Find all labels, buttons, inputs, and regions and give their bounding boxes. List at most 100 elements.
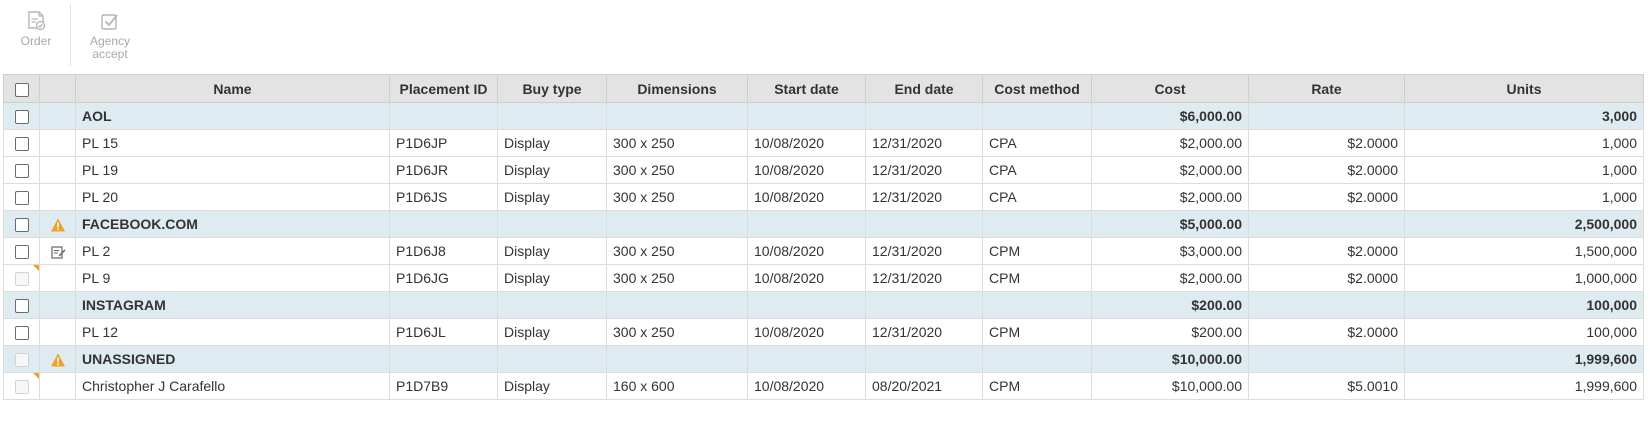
row-status-cell — [39, 129, 76, 157]
placement-id: P1D6JS — [389, 183, 498, 211]
row-checkbox[interactable] — [14, 137, 29, 152]
placement-name[interactable]: PL 19 — [75, 156, 390, 184]
group-status-cell — [39, 345, 76, 373]
group-cost: $6,000.00 — [1091, 102, 1249, 130]
group-name: UNASSIGNED — [75, 345, 390, 373]
group-cost: $10,000.00 — [1091, 345, 1249, 373]
order-button[interactable]: Order — [4, 2, 68, 66]
cost: $2,000.00 — [1091, 264, 1249, 292]
select-all-checkbox[interactable] — [14, 82, 29, 97]
placement-id: P1D6J8 — [389, 237, 498, 265]
placements-grid: Name Placement ID Buy type Dimensions St… — [3, 74, 1644, 400]
warning-icon — [50, 353, 65, 367]
placement-row[interactable]: PL 19 P1D6JR Display 300 x 250 10/08/2020 12/… — [3, 156, 1644, 184]
group-select-cell — [3, 102, 40, 130]
group-name: INSTAGRAM — [75, 291, 390, 319]
placement-id: P1D6JL — [389, 318, 498, 346]
placement-name[interactable]: PL 9 — [75, 264, 390, 292]
group-row[interactable]: FACEBOOK.COM $5,000.00 2,500,000 — [3, 210, 1644, 238]
end-date: 12/31/2020 — [865, 156, 983, 184]
group-row[interactable]: INSTAGRAM $200.00 100,000 — [3, 291, 1644, 319]
placement-name[interactable]: PL 20 — [75, 183, 390, 211]
placements-table: Name Placement ID Buy type Dimensions St… — [3, 74, 1644, 400]
placement-row[interactable]: PL 20 P1D6JS Display 300 x 250 10/08/2020 12/… — [3, 183, 1644, 211]
placement-id: P1D6JP — [389, 129, 498, 157]
group-status-cell — [39, 291, 76, 319]
group-name: AOL — [75, 102, 390, 130]
placement-row[interactable]: PL 12 P1D6JL Display 300 x 250 10/08/2020 12/… — [3, 318, 1644, 346]
agency-accept-button[interactable]: Agency accept — [73, 2, 147, 66]
group-placement-id — [389, 345, 498, 373]
group-start-date — [747, 210, 866, 238]
dimensions: 300 x 250 — [606, 318, 748, 346]
group-rate — [1248, 291, 1405, 319]
group-buy-type — [497, 345, 607, 373]
placement-name[interactable]: PL 15 — [75, 129, 390, 157]
header-name[interactable]: Name — [75, 74, 390, 103]
row-select-cell — [3, 372, 40, 400]
cost-method: CPM — [982, 372, 1092, 400]
group-select-cell — [3, 291, 40, 319]
units: 1,000 — [1404, 183, 1644, 211]
units: 1,999,600 — [1404, 372, 1644, 400]
placement-name[interactable]: PL 2 — [75, 237, 390, 265]
start-date: 10/08/2020 — [747, 372, 866, 400]
buy-type: Display — [497, 264, 607, 292]
placement-row[interactable]: PL 2 P1D6J8 Display 300 x 250 10/08/2020 12/3… — [3, 237, 1644, 265]
end-date: 12/31/2020 — [865, 183, 983, 211]
group-units: 1,999,600 — [1404, 345, 1644, 373]
placement-row[interactable]: PL 15 P1D6JP Display 300 x 250 10/08/2020 12/… — [3, 129, 1644, 157]
header-units[interactable]: Units — [1404, 74, 1644, 103]
cost-method: CPA — [982, 183, 1092, 211]
buy-type: Display — [497, 129, 607, 157]
start-date: 10/08/2020 — [747, 129, 866, 157]
end-date: 12/31/2020 — [865, 237, 983, 265]
header-placement-id[interactable]: Placement ID — [389, 74, 498, 103]
group-cost: $5,000.00 — [1091, 210, 1249, 238]
group-select-cell — [3, 345, 40, 373]
row-status-cell[interactable] — [39, 237, 76, 265]
group-checkbox[interactable] — [14, 299, 29, 314]
row-checkbox[interactable] — [14, 164, 29, 179]
placement-name[interactable]: Christopher J Carafello — [75, 372, 390, 400]
warning-icon — [50, 218, 65, 232]
group-cost-method — [982, 345, 1092, 373]
group-placement-id — [389, 291, 498, 319]
group-select-cell — [3, 210, 40, 238]
cost: $200.00 — [1091, 318, 1249, 346]
header-cost[interactable]: Cost — [1091, 74, 1249, 103]
group-units: 3,000 — [1404, 102, 1644, 130]
group-row[interactable]: UNASSIGNED $10,000.00 1,999,600 — [3, 345, 1644, 373]
units: 1,500,000 — [1404, 237, 1644, 265]
end-date: 12/31/2020 — [865, 129, 983, 157]
header-start-date[interactable]: Start date — [747, 74, 866, 103]
buy-type: Display — [497, 318, 607, 346]
header-cost-method[interactable]: Cost method — [982, 74, 1092, 103]
row-status-cell — [39, 372, 76, 400]
row-select-cell — [3, 183, 40, 211]
dimensions: 300 x 250 — [606, 156, 748, 184]
row-checkbox[interactable] — [14, 245, 29, 260]
row-checkbox[interactable] — [14, 191, 29, 206]
header-row: Name Placement ID Buy type Dimensions St… — [3, 74, 1644, 103]
header-end-date[interactable]: End date — [865, 74, 983, 103]
group-checkbox[interactable] — [14, 218, 29, 233]
placement-name[interactable]: PL 12 — [75, 318, 390, 346]
start-date: 10/08/2020 — [747, 237, 866, 265]
start-date: 10/08/2020 — [747, 264, 866, 292]
placement-row[interactable]: PL 9 P1D6JG Display 300 x 250 10/08/2020 12/3… — [3, 264, 1644, 292]
row-checkbox[interactable] — [14, 326, 29, 341]
group-checkbox[interactable] — [14, 110, 29, 125]
group-cost-method — [982, 210, 1092, 238]
placement-row[interactable]: Christopher J Carafello P1D7B9 Display 160 … — [3, 372, 1644, 400]
header-rate[interactable]: Rate — [1248, 74, 1405, 103]
rate: $2.0000 — [1248, 183, 1405, 211]
row-status-cell — [39, 318, 76, 346]
group-row[interactable]: AOL $6,000.00 3,000 — [3, 102, 1644, 130]
cost-method: CPM — [982, 318, 1092, 346]
header-buy-type[interactable]: Buy type — [497, 74, 607, 103]
header-dimensions[interactable]: Dimensions — [606, 74, 748, 103]
order-label: Order — [20, 34, 52, 48]
buy-type: Display — [497, 156, 607, 184]
group-units: 100,000 — [1404, 291, 1644, 319]
